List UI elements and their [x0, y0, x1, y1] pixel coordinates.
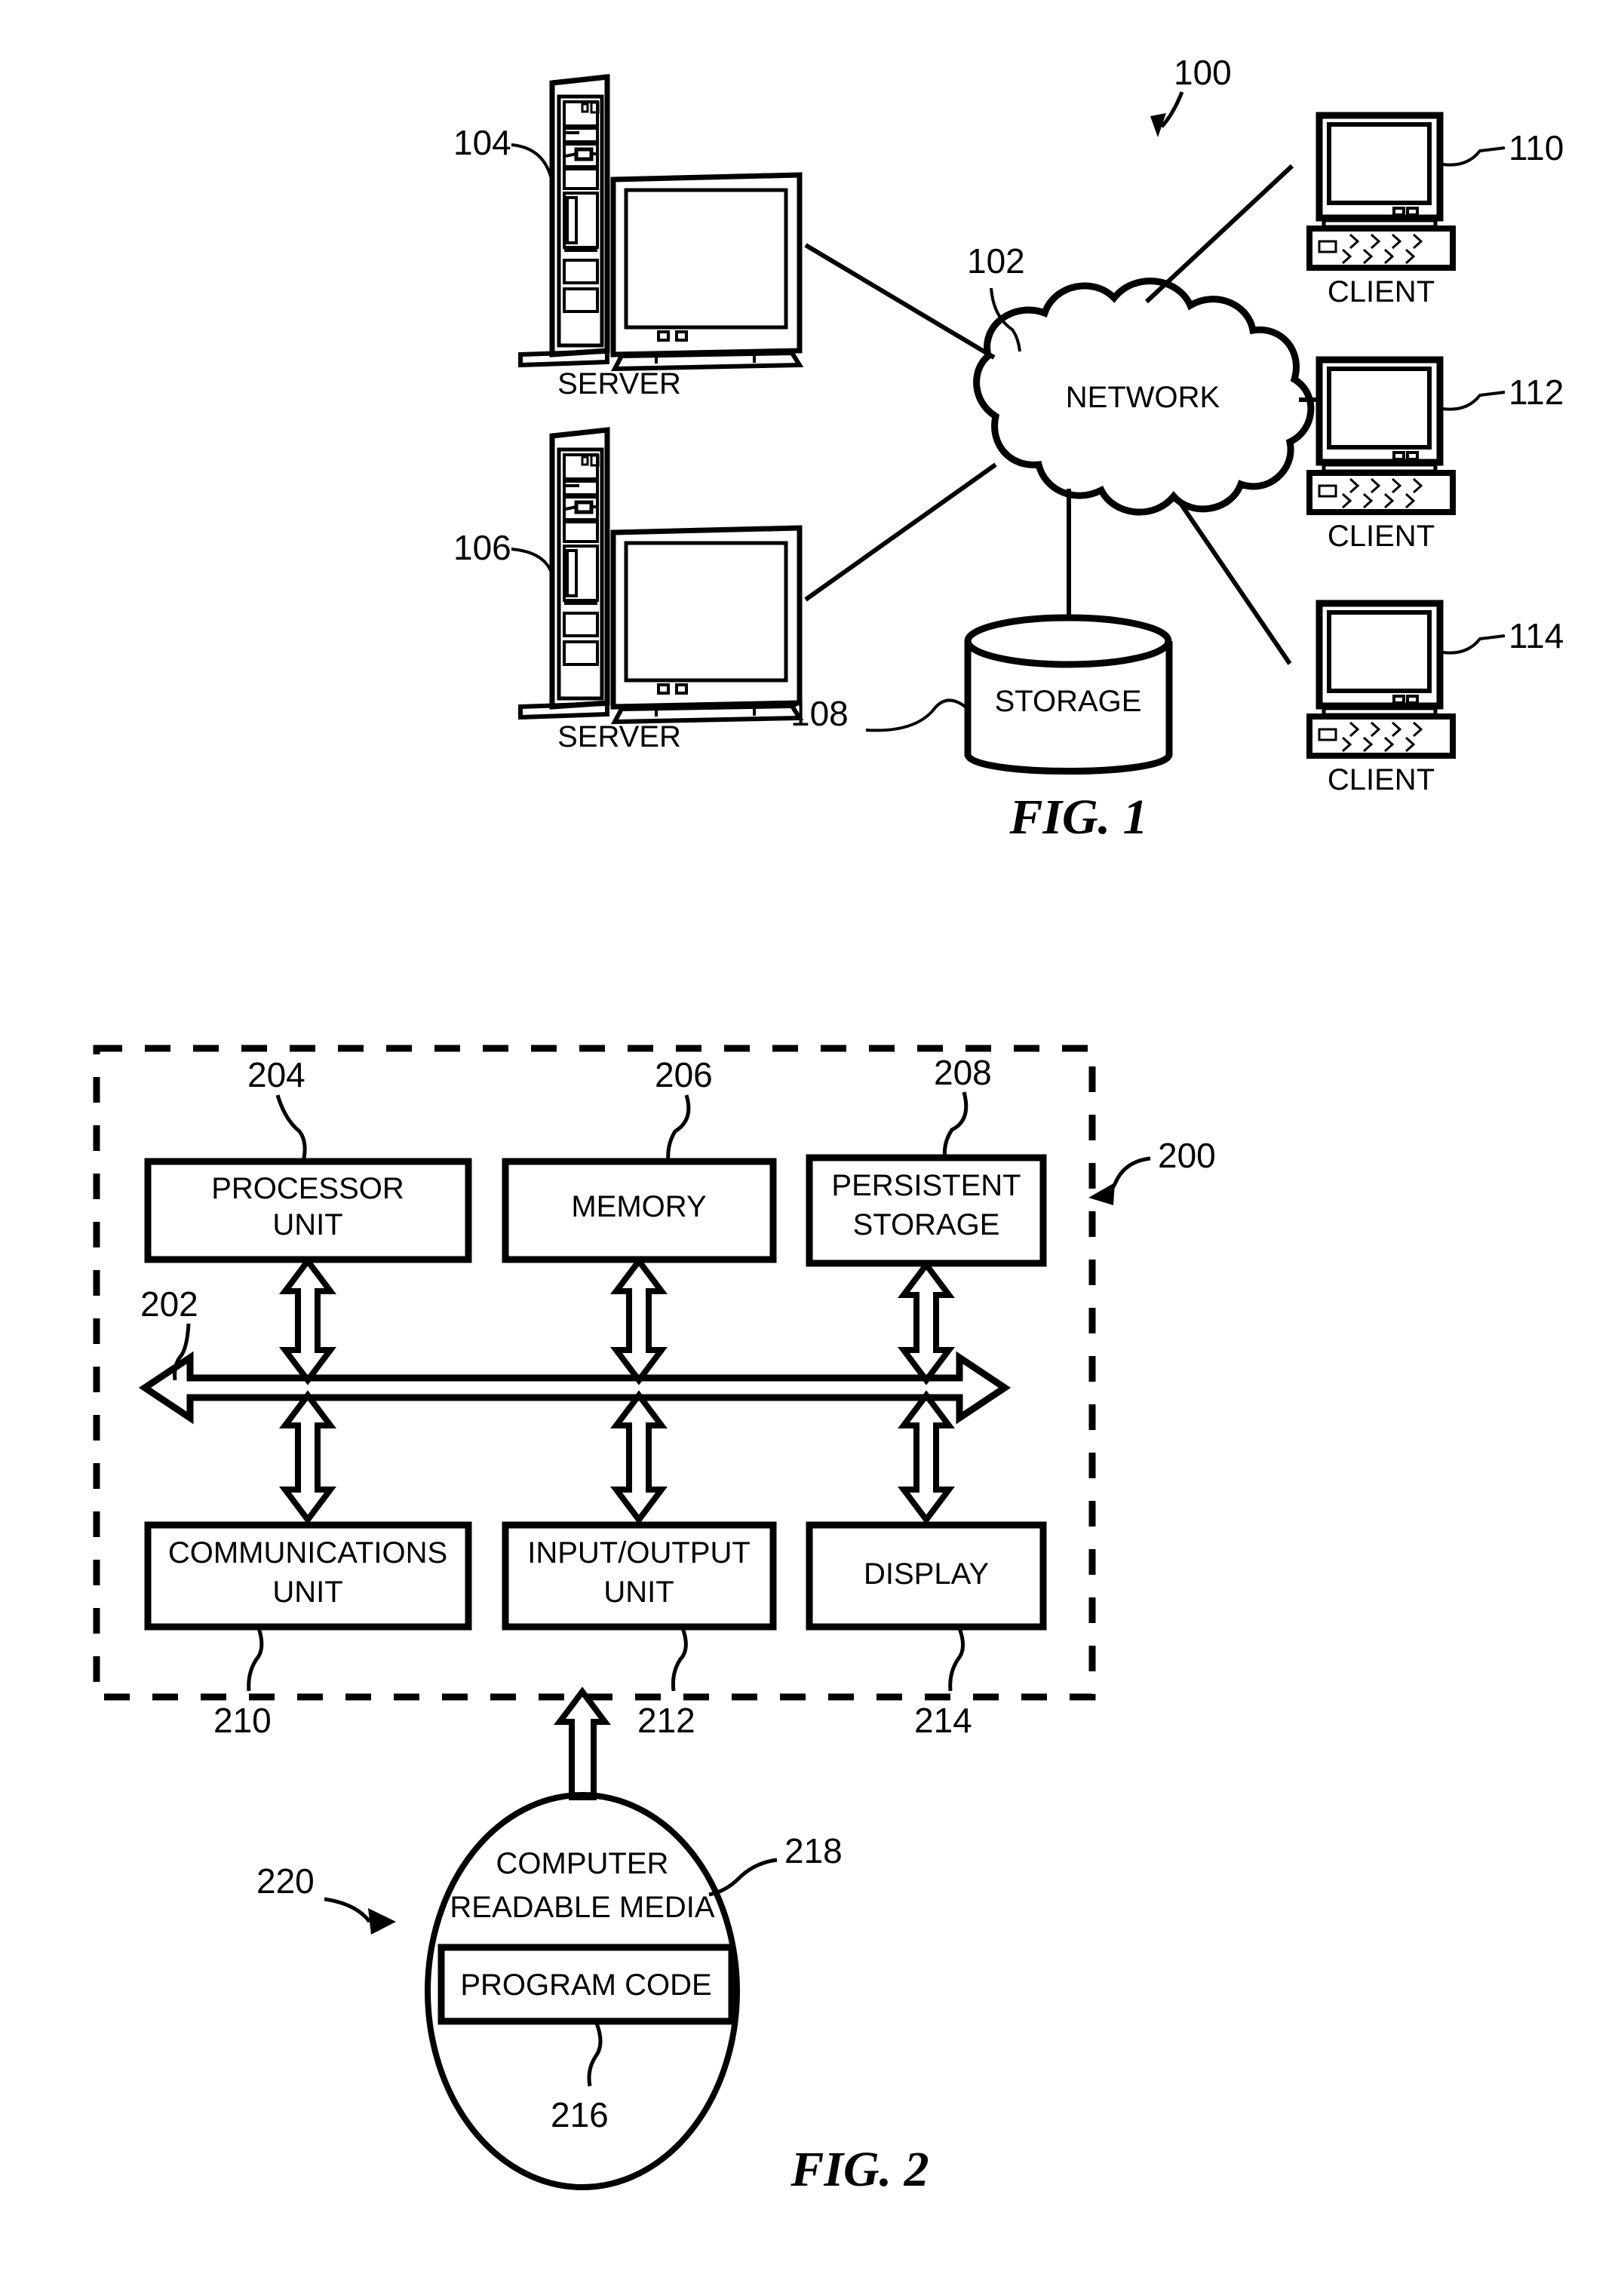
server-104-label: SERVER — [557, 367, 681, 400]
figure-1-caption: FIG. 1 — [1008, 790, 1147, 845]
system-200-marker: 200 — [1088, 1136, 1216, 1205]
ref-110: 110 — [1509, 128, 1564, 167]
data-processing-system-boundary — [93, 1045, 1096, 1701]
ref-220: 220 — [256, 1861, 315, 1901]
ref-104: 104 — [453, 123, 511, 162]
communications-unit-label-line1: COMMUNICATIONS — [168, 1536, 447, 1570]
input-output-unit-block: INPUT/OUTPUT UNIT 212 — [502, 1521, 777, 1740]
display-block: DISPLAY 214 — [806, 1521, 1047, 1740]
figure-2-caption: FIG. 2 — [790, 2142, 929, 2197]
ref-112: 112 — [1509, 373, 1564, 412]
memory-block: MEMORY 206 — [502, 1055, 777, 1263]
system-100-marker: 100 — [1150, 53, 1232, 137]
ref-204: 204 — [247, 1055, 305, 1094]
display-label-line1: DISPLAY — [864, 1557, 989, 1591]
ref-114: 114 — [1509, 616, 1564, 655]
bus-connector-arrows-lower — [279, 1390, 955, 1525]
computer-readable-media: COMPUTER READABLE MEDIA PROGRAM CODE 216… — [256, 1792, 843, 2190]
network-label: NETWORK — [1066, 381, 1220, 414]
ref-208: 208 — [934, 1053, 992, 1092]
ref-200: 200 — [1158, 1136, 1216, 1175]
client-110-graphic: 110 CLIENT — [1306, 112, 1564, 308]
server-106-graphic: 106 SERVER — [453, 427, 804, 753]
communications-unit-label-line2: UNIT — [272, 1576, 342, 1609]
bus-connector-arrows-upper — [279, 1256, 955, 1385]
patent-drawing-sheet: 104 SERVER 106 SERVER NETWORK 102 100 ST… — [0, 0, 1624, 2286]
program-code-label: PROGRAM CODE — [460, 1968, 711, 2002]
input-output-unit-label-line2: UNIT — [603, 1576, 674, 1609]
storage-label: STORAGE — [995, 685, 1142, 718]
communications-unit-block: COMMUNICATIONS UNIT 210 — [144, 1521, 472, 1740]
client-114-label: CLIENT — [1328, 763, 1435, 796]
ref-106: 106 — [453, 528, 511, 567]
processor-unit-label-line2: UNIT — [272, 1208, 342, 1241]
figure-1: 104 SERVER 106 SERVER NETWORK 102 100 ST… — [453, 53, 1564, 845]
client-110-label: CLIENT — [1328, 275, 1435, 308]
fig1-connections — [804, 164, 1316, 665]
ref-202: 202 — [140, 1284, 198, 1324]
persistent-storage-block: PERSISTENT STORAGE 208 — [806, 1053, 1047, 1267]
network-cloud: NETWORK 102 — [967, 241, 1315, 516]
ref-100: 100 — [1174, 53, 1232, 92]
ref-214: 214 — [914, 1701, 972, 1740]
processor-unit-label-line1: PROCESSOR — [211, 1172, 404, 1205]
ref-218: 218 — [784, 1831, 843, 1870]
storage-cylinder: STORAGE 108 — [791, 614, 1173, 775]
program-code-transfer-arrow — [554, 1686, 611, 1800]
processor-unit-block: PROCESSOR UNIT 204 — [144, 1055, 472, 1263]
client-112-label: CLIENT — [1328, 520, 1435, 553]
figure-2: 200 PROCESSOR UNIT 204 MEMORY 206 PERSIS… — [93, 1045, 1216, 2197]
ref-108: 108 — [791, 694, 849, 733]
memory-label-line1: MEMORY — [571, 1190, 706, 1223]
client-114-graphic: 114 CLIENT — [1306, 600, 1564, 796]
input-output-unit-label-line1: INPUT/OUTPUT — [527, 1536, 751, 1570]
persistent-storage-label-line1: PERSISTENT — [831, 1169, 1021, 1202]
ref-210: 210 — [213, 1701, 272, 1740]
ref-102: 102 — [967, 241, 1025, 281]
ref-206: 206 — [655, 1055, 713, 1094]
media-label-line2: READABLE MEDIA — [450, 1891, 715, 1924]
media-label-line1: COMPUTER — [496, 1847, 669, 1880]
system-bus: 202 — [138, 1284, 1012, 1425]
ref-212: 212 — [637, 1701, 695, 1740]
ref-216: 216 — [551, 2095, 609, 2134]
server-106-label: SERVER — [557, 720, 681, 753]
server-104-graphic: 104 SERVER — [453, 74, 804, 400]
client-112-graphic: 112 CLIENT — [1306, 356, 1564, 553]
persistent-storage-label-line2: STORAGE — [853, 1208, 1000, 1241]
